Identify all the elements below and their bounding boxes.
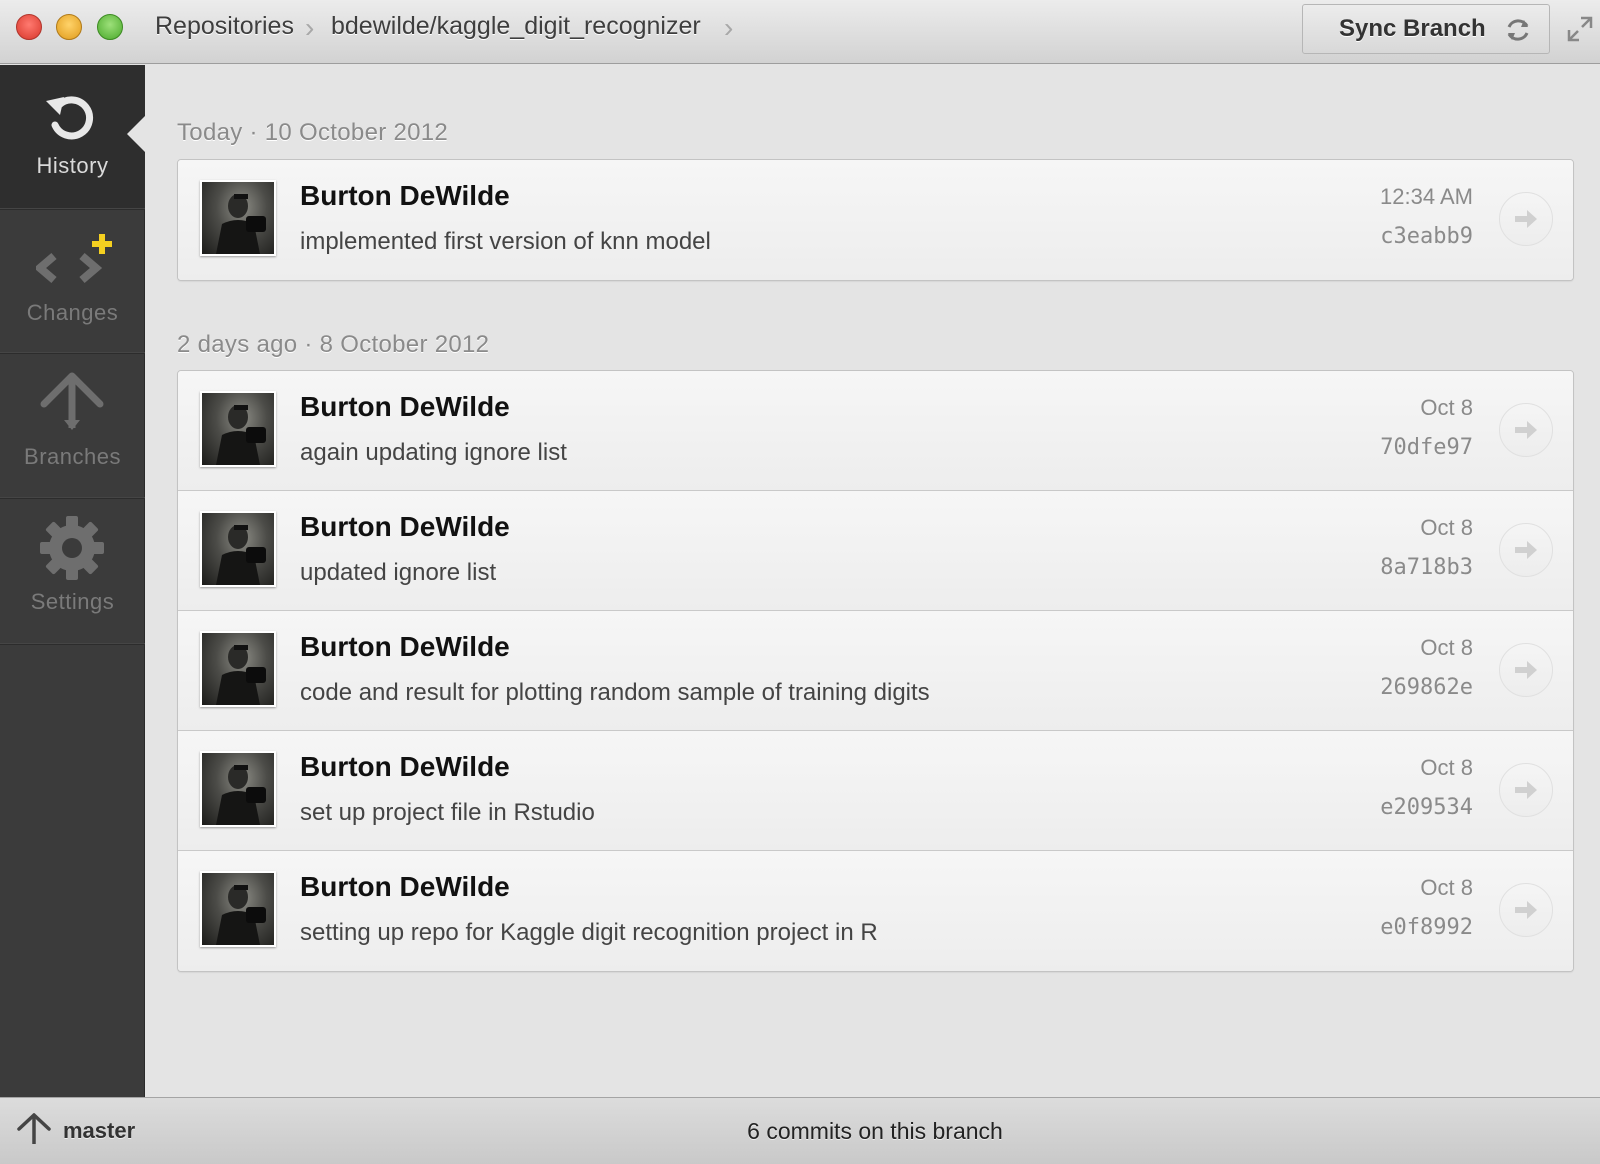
gear-icon [40,516,104,580]
breadcrumb-chevron-icon: › [724,12,734,43]
sync-branch-button[interactable]: Sync Branch [1302,4,1550,54]
branches-icon [40,372,104,430]
commit-sha: 70dfe97 [1380,435,1473,460]
history-icon [46,96,94,140]
sidebar-item-history[interactable]: History [0,65,145,210]
commit-time: Oct 8 [1420,515,1473,540]
commit-sha: 269862e [1380,675,1473,700]
zoom-window-button[interactable] [97,14,123,40]
commit-message: updated ignore list [300,559,497,586]
commit-message: setting up repo for Kaggle digit recogni… [300,919,878,946]
sidebar-item-label: Changes [26,300,119,325]
avatar [200,511,276,587]
commit-time: Oct 8 [1420,875,1473,900]
title-bar: Repositories › bdewilde/kaggle_digit_rec… [0,0,1600,64]
commit-count: 6 commits on this branch [747,1118,1003,1144]
sync-icon [1507,19,1529,41]
arrow-right-icon [1515,901,1537,919]
commit-author: Burton DeWilde [300,631,510,662]
view-commit-button[interactable] [1499,192,1553,246]
sidebar-item-settings[interactable]: Settings [0,499,145,645]
fullscreen-icon[interactable] [1565,14,1595,44]
arrow-right-icon [1515,781,1537,799]
sync-branch-label: Sync Branch [1339,15,1486,42]
arrow-right-icon [1515,421,1537,439]
day-header: 2 days ago · 8 October 2012 [177,331,490,358]
commit-group: Burton DeWilde again updating ignore lis… [177,370,1574,972]
commit-message: set up project file in Rstudio [300,799,595,826]
commit-sha: c3eabb9 [1380,224,1473,249]
commit-row[interactable]: Burton DeWilde code and result for plott… [178,611,1573,731]
commit-message: again updating ignore list [300,439,567,466]
status-bar: master 6 commits on this branch [0,1097,1600,1164]
avatar [200,180,276,256]
breadcrumb-chevron-icon: › [305,12,315,43]
commit-author: Burton DeWilde [300,511,510,542]
sidebar: History Changes Branches Settings [0,65,145,1097]
history-list: Today · 10 October 2012 Burton DeWilde i… [146,65,1600,1097]
view-commit-button[interactable] [1499,763,1553,817]
commit-time: 12:34 AM [1380,184,1473,209]
commit-row[interactable]: Burton DeWilde updated ignore list Oct 8… [178,491,1573,611]
commit-row[interactable]: Burton DeWilde again updating ignore lis… [178,371,1573,491]
sidebar-item-label: History [36,153,109,178]
changes-icon [36,234,112,284]
commit-row[interactable]: Burton DeWilde set up project file in Rs… [178,731,1573,851]
view-commit-button[interactable] [1499,883,1553,937]
commit-author: Burton DeWilde [300,180,510,211]
sidebar-item-changes[interactable]: Changes [0,210,145,354]
sidebar-item-label: Branches [24,444,121,469]
commit-sha: 8a718b3 [1380,555,1473,580]
commit-time: Oct 8 [1420,395,1473,420]
avatar [200,751,276,827]
avatar [200,391,276,467]
commit-sha: e209534 [1380,795,1473,820]
commit-time: Oct 8 [1420,635,1473,660]
sidebar-item-label: Settings [30,589,115,614]
commit-message: code and result for plotting random samp… [300,679,930,706]
commit-row[interactable]: Burton DeWilde implemented first version… [178,160,1573,280]
close-window-button[interactable] [16,14,42,40]
arrow-right-icon [1515,541,1537,559]
view-commit-button[interactable] [1499,643,1553,697]
commit-row[interactable]: Burton DeWilde setting up repo for Kaggl… [178,851,1573,971]
commit-author: Burton DeWilde [300,751,510,782]
breadcrumb-repositories[interactable]: Repositories [155,12,294,41]
day-header: Today · 10 October 2012 [177,119,449,146]
commit-author: Burton DeWilde [300,391,510,422]
minimize-window-button[interactable] [56,14,82,40]
commit-group: Burton DeWilde implemented first version… [177,159,1574,281]
sidebar-item-branches[interactable]: Branches [0,354,145,499]
view-commit-button[interactable] [1499,523,1553,577]
commit-sha: e0f8992 [1380,915,1473,940]
commit-message: implemented first version of knn model [300,228,711,255]
active-item-pointer [127,116,145,152]
commit-author: Burton DeWilde [300,871,510,902]
arrow-right-icon [1515,661,1537,679]
view-commit-button[interactable] [1499,403,1553,457]
avatar [200,631,276,707]
breadcrumb-repository[interactable]: bdewilde/kaggle_digit_recognizer [331,12,701,41]
arrow-right-icon [1515,210,1537,228]
commit-time: Oct 8 [1420,755,1473,780]
avatar [200,871,276,947]
